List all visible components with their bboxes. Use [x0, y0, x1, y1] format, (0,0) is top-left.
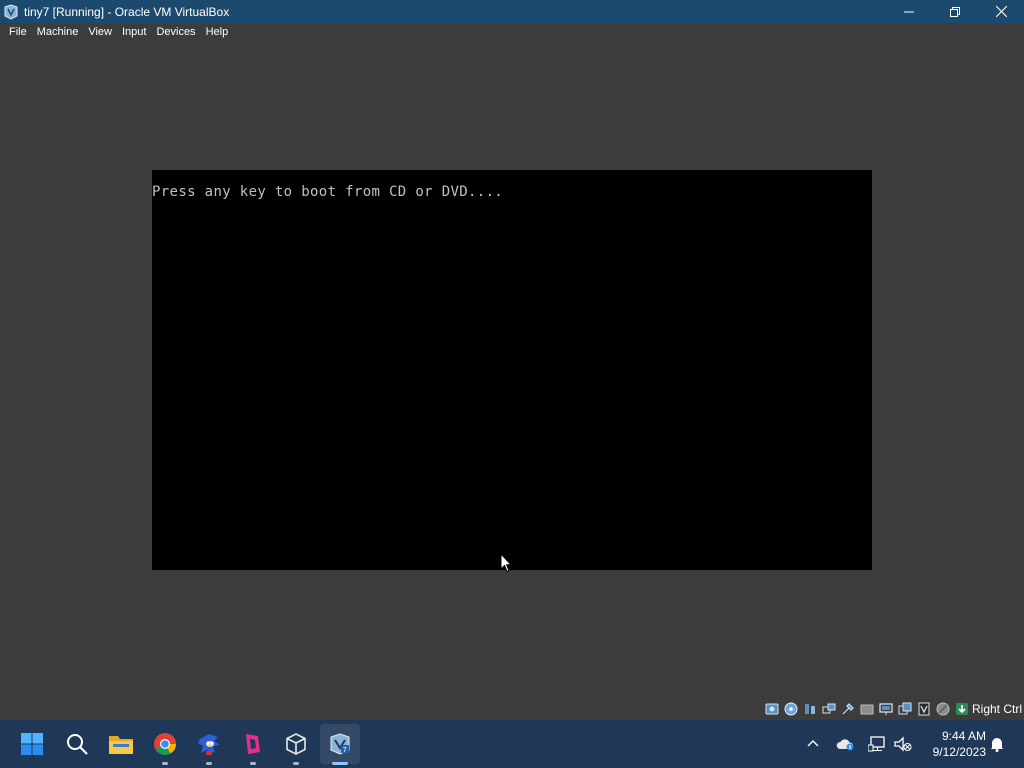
network-tray-button[interactable] [866, 720, 888, 768]
minimize-button[interactable] [886, 0, 932, 23]
running-indicator [293, 762, 299, 765]
restore-button[interactable] [932, 0, 978, 23]
mouse-cursor-icon [500, 552, 513, 578]
search-icon [67, 734, 88, 755]
running-indicator [162, 762, 168, 765]
taskbar-clock[interactable]: 9:44 AM 9/12/2023 [920, 720, 986, 768]
sonic-app-icon [198, 734, 220, 755]
close-icon [995, 6, 1007, 17]
taskbar-sonic-app[interactable] [189, 720, 229, 768]
hard-disk-icon[interactable] [764, 701, 780, 717]
vm-window-icon: 7 [330, 733, 350, 755]
onedrive-tray-button[interactable] [834, 720, 856, 768]
restore-icon [950, 6, 960, 17]
taskbar-file-explorer[interactable] [101, 720, 141, 768]
shared-folders-icon[interactable] [859, 701, 875, 717]
display-icon[interactable] [878, 701, 894, 717]
vm-screen[interactable]: Press any key to boot from CD or DVD.... [152, 170, 872, 570]
host-key-label[interactable]: Right Ctrl [972, 702, 1022, 716]
menu-machine[interactable]: Machine [32, 23, 84, 41]
taskbar-pink-app[interactable] [233, 720, 273, 768]
menu-help[interactable]: Help [201, 23, 234, 41]
network-icon[interactable] [821, 701, 837, 717]
window-title: tiny7 [Running] - Oracle VM VirtualBox [24, 4, 230, 19]
running-indicator [206, 762, 212, 765]
file-explorer-icon [109, 736, 133, 754]
menu-file[interactable]: File [4, 23, 32, 41]
search-button[interactable] [57, 720, 97, 768]
network-icon [868, 736, 885, 752]
host-key-arrow-icon[interactable] [954, 701, 970, 717]
pink-app-icon [246, 734, 260, 754]
chevron-up-icon [807, 740, 819, 747]
taskbar-virtualbox[interactable] [276, 720, 316, 768]
menu-devices[interactable]: Devices [151, 23, 200, 41]
menu-bar: File Machine View Input Devices Help [0, 23, 1024, 41]
active-indicator [332, 762, 348, 765]
audio-icon[interactable] [802, 701, 818, 717]
menu-view[interactable]: View [83, 23, 117, 41]
close-button[interactable] [978, 0, 1024, 23]
volume-muted-icon [894, 736, 912, 752]
onedrive-icon [836, 739, 854, 751]
title-bar[interactable]: tiny7 [Running] - Oracle VM VirtualBox [0, 0, 1024, 23]
chrome-icon [154, 733, 176, 755]
notifications-button[interactable] [986, 720, 1008, 768]
boot-message: Press any key to boot from CD or DVD.... [152, 184, 504, 200]
clock-date: 9/12/2023 [932, 745, 986, 759]
start-icon [21, 733, 43, 755]
start-button[interactable] [12, 720, 52, 768]
mouse-integration-icon[interactable] [935, 701, 951, 717]
volume-tray-button[interactable] [892, 720, 914, 768]
virtualbox-window-icon [3, 3, 19, 20]
optical-drive-icon[interactable] [783, 701, 799, 717]
running-indicator [250, 762, 256, 765]
taskbar: 7 9:44 AM 9/12/2023 [0, 720, 1024, 768]
usb-icon[interactable] [840, 701, 856, 717]
recording-icon[interactable] [897, 701, 913, 717]
virtualbox-icon [286, 733, 306, 755]
vm-viewport[interactable]: Press any key to boot from CD or DVD.... [0, 41, 1024, 697]
clock-time: 9:44 AM [941, 729, 986, 743]
vm-status-bar: Right Ctrl [0, 699, 1024, 719]
taskbar-chrome[interactable] [145, 720, 185, 768]
show-hidden-icons-button[interactable] [802, 720, 824, 768]
bell-icon [990, 738, 1004, 752]
cpu-icon[interactable] [916, 701, 932, 717]
svg-text:7: 7 [343, 746, 347, 754]
menu-input[interactable]: Input [117, 23, 151, 41]
minimize-icon [904, 11, 914, 12]
taskbar-vm-window[interactable]: 7 [320, 724, 360, 765]
